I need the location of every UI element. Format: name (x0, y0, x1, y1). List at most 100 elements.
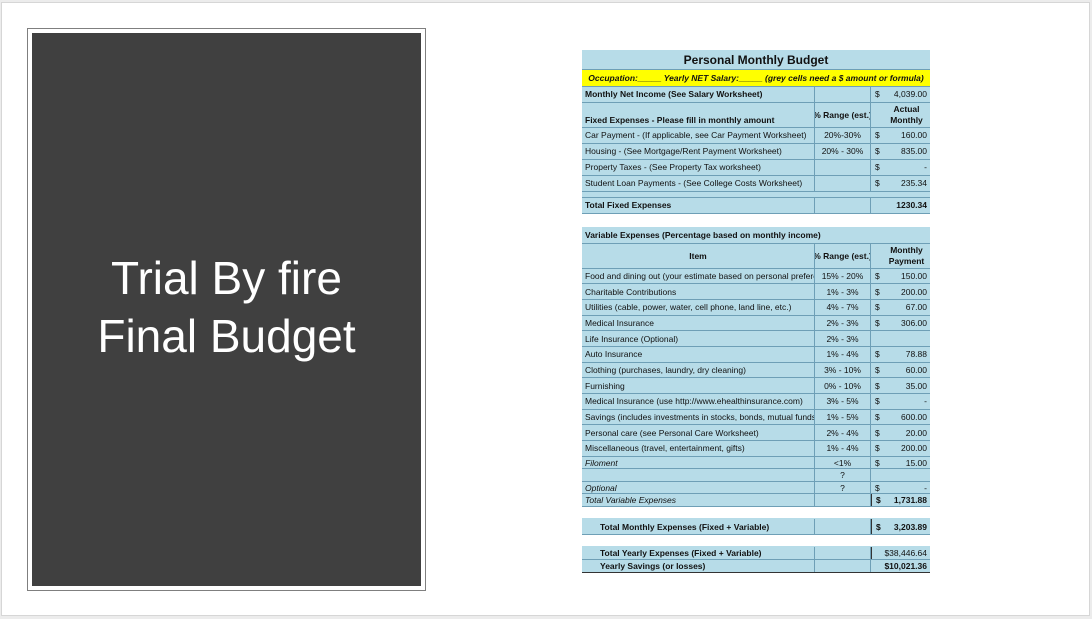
variable-expense-dollar: $ (875, 443, 880, 454)
spacer-row-2 (582, 507, 930, 520)
fixed-expense-item: Property Taxes - (See Property Tax works… (582, 159, 815, 175)
variable-expense-item: Miscellaneous (travel, entertainment, gi… (582, 441, 815, 456)
variable-header-item: Item (582, 243, 815, 268)
title-panel[interactable]: Trial By fire Final Budget (27, 28, 426, 591)
total-yearly-amount: $38,446.64 (871, 546, 930, 559)
variable-expense-dollar: $ (875, 349, 880, 360)
variable-expense-row: Miscellaneous (travel, entertainment, gi… (582, 441, 930, 457)
yearly-savings-row: Yearly Savings (or losses) $10,021.36 (582, 559, 930, 573)
fixed-expense-item: Student Loan Payments - (See College Cos… (582, 175, 815, 191)
variable-expense-item: Personal care (see Personal Care Workshe… (582, 425, 815, 441)
variable-expense-range: ? (815, 481, 871, 494)
variable-expense-item: Filoment (582, 456, 815, 469)
yearly-savings-amount: $10,021.36 (884, 560, 927, 571)
total-fixed-row: Total Fixed Expenses 1230.34 (582, 197, 930, 214)
fixed-expense-range (815, 175, 871, 191)
variable-expense-dollar: $ (875, 270, 880, 281)
variable-expense-range: ? (815, 469, 871, 481)
variable-expense-range: 1% - 4% (815, 441, 871, 456)
variable-header-range: % Range (est.) (815, 243, 871, 268)
fixed-header-amount: Actual Monthly (890, 103, 923, 125)
variable-expense-dollar: $ (875, 396, 880, 407)
variable-expense-row: Medical Insurance (use http://www.ehealt… (582, 394, 930, 410)
variable-expense-row: Charitable Contributions 1% - 3% $200.00 (582, 284, 930, 300)
variable-expense-amount: 200.00 (901, 286, 927, 297)
fixed-expense-row: Housing - (See Mortgage/Rent Payment Wor… (582, 143, 930, 160)
fixed-expense-range: 20%-30% (815, 127, 871, 143)
variable-expense-amount: 600.00 (901, 412, 927, 423)
variable-title: Variable Expenses (Percentage based on m… (585, 230, 821, 240)
slide: Trial By fire Final Budget Personal Mont… (1, 2, 1090, 616)
spacer-row-3 (582, 534, 930, 547)
fixed-expense-item: Housing - (See Mortgage/Rent Payment Wor… (582, 143, 815, 159)
fixed-expense-amount: 235.34 (901, 178, 927, 188)
net-income-row: Monthly Net Income (See Salary Worksheet… (582, 87, 930, 103)
fixed-expense-amount: - (924, 162, 927, 172)
total-monthly-dollar: $ (871, 519, 883, 534)
total-fixed-label: Total Fixed Expenses (582, 197, 815, 213)
variable-expense-range: 1% - 3% (815, 284, 871, 299)
net-income-range (815, 87, 871, 102)
fixed-expense-dollar: $ (875, 178, 880, 188)
fixed-expense-row: Car Payment - (If applicable, see Car Pa… (582, 127, 930, 144)
variable-expense-range: 0% - 10% (815, 378, 871, 393)
variable-expense-dollar: $ (875, 364, 880, 375)
variable-expense-item: Auto Insurance (582, 346, 815, 362)
net-income-dollar: $ (875, 89, 880, 100)
total-monthly-amount: 3,203.89 (893, 521, 927, 532)
total-variable-range (815, 494, 871, 507)
fixed-header-row: Fixed Expenses - Please fill in monthly … (582, 102, 930, 128)
variable-expense-range: 2% - 3% (815, 331, 871, 346)
variable-expense-dollar: $ (875, 457, 880, 468)
variable-expense-range: 1% - 4% (815, 346, 871, 362)
fixed-expense-range (815, 159, 871, 175)
variable-expense-amount: 200.00 (901, 443, 927, 454)
total-yearly-label: Total Yearly Expenses (Fixed + Variable) (582, 546, 815, 559)
variable-expense-dollar: $ (875, 317, 880, 328)
variable-header-amount: Monthly Payment (888, 244, 925, 266)
variable-expense-amount: 20.00 (905, 427, 927, 438)
variable-expense-row: Personal care (see Personal Care Workshe… (582, 425, 930, 442)
variable-expense-range: 3% - 10% (815, 362, 871, 378)
total-fixed-dollar (871, 198, 883, 213)
title-textbox[interactable]: Trial By fire Final Budget (32, 33, 421, 586)
variable-expense-item: Clothing (purchases, laundry, dry cleani… (582, 362, 815, 378)
title-line-1: Trial By fire (111, 251, 342, 304)
variable-expense-row: Clothing (purchases, laundry, dry cleani… (582, 362, 930, 379)
variable-expense-row: Auto Insurance 1% - 4% $78.88 (582, 346, 930, 363)
total-variable-row: Total Variable Expenses $ 1,731.88 (582, 494, 930, 508)
fixed-expense-rows: Car Payment - (If applicable, see Car Pa… (582, 127, 930, 198)
variable-expense-amount: 15.00 (905, 457, 927, 468)
variable-expense-dollar: $ (875, 380, 880, 391)
variable-expense-item: Charitable Contributions (582, 284, 815, 299)
fixed-expense-row: Student Loan Payments - (See College Cos… (582, 175, 930, 192)
variable-expense-range: 3% - 5% (815, 394, 871, 409)
variable-expense-item: Savings (includes investments in stocks,… (582, 409, 815, 425)
variable-expense-item: Optional (582, 481, 815, 494)
fixed-header-dollar (871, 103, 883, 127)
variable-expense-item: Food and dining out (your estimate based… (582, 268, 815, 284)
budget-spreadsheet-image[interactable]: Personal Monthly Budget Occupation:_____… (582, 50, 930, 573)
fixed-header-range: % Range (est.) (815, 102, 871, 127)
total-variable-label: Total Variable Expenses (582, 494, 815, 507)
fixed-expense-dollar: $ (875, 130, 880, 140)
yearly-savings-label: Yearly Savings (or losses) (582, 559, 815, 572)
variable-expense-row: Life Insurance (Optional) 2% - 3% (582, 331, 930, 347)
budget-title: Personal Monthly Budget (582, 50, 930, 70)
variable-expense-range: 4% - 7% (815, 299, 871, 315)
spacer-row (582, 213, 930, 228)
variable-expense-row: Utilities (cable, power, water, cell pho… (582, 299, 930, 316)
variable-expense-row: Medical Insurance 2% - 3% $306.00 (582, 315, 930, 332)
variable-expense-amount: - (924, 482, 927, 493)
variable-expense-item: Medical Insurance (use http://www.ehealt… (582, 394, 815, 409)
variable-expense-item (582, 469, 815, 481)
variable-expense-range: 15% - 20% (815, 268, 871, 284)
variable-expense-dollar: $ (875, 412, 880, 423)
total-monthly-row: Total Monthly Expenses (Fixed + Variable… (582, 519, 930, 535)
variable-expense-row: ? (582, 469, 930, 482)
variable-expense-row: Optional? $ - (582, 481, 930, 495)
net-income-amount: 4,039.00 (893, 89, 927, 100)
fixed-header-label: Fixed Expenses - Please fill in monthly … (582, 102, 815, 127)
variable-expense-dollar: $ (875, 286, 880, 297)
variable-expense-item: Life Insurance (Optional) (582, 331, 815, 346)
